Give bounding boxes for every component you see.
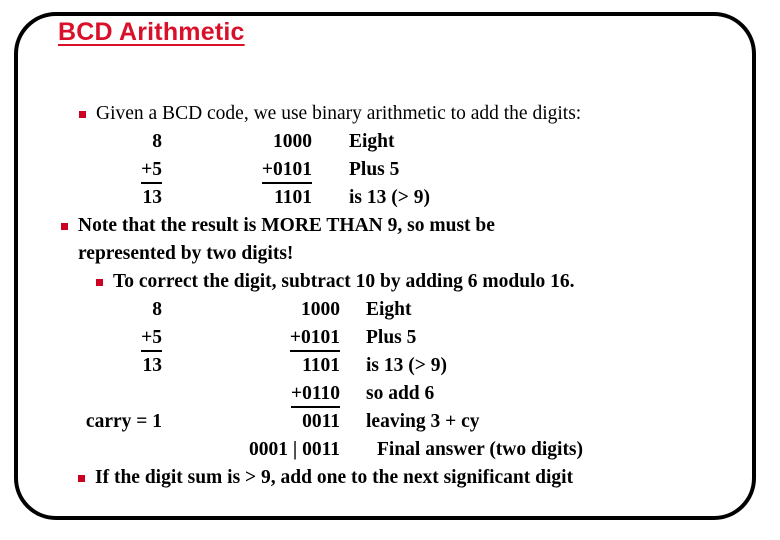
square-bullet-icon [61, 223, 68, 230]
binary-value: +0101 [261, 159, 312, 184]
bullet-text: Given a BCD code, we use binary arithmet… [96, 103, 582, 124]
bullet-text: Note that the result is MORE THAN 9, so … [78, 215, 495, 236]
table-row: +5 +0101 Plus 5 [0, 324, 780, 352]
bullet-text: To correct the digit, subtract 10 by add… [113, 271, 575, 292]
bullet-item-note-result-continuation: represented by two digits! [0, 240, 780, 268]
note-cell: is 13 (> 9) [349, 187, 430, 208]
square-bullet-icon [79, 111, 86, 118]
note-cell: is 13 (> 9) [366, 355, 447, 376]
binary-cell: 1101 [302, 355, 340, 376]
bullet-item-digit-sum-rule: If the digit sum is > 9, add one to the … [0, 464, 780, 492]
table-row: 8 1000 Eight [0, 296, 780, 324]
bullet-item-given-bcd-code: Given a BCD code, we use binary arithmet… [0, 100, 780, 128]
square-bullet-icon [96, 279, 103, 286]
binary-cell: 0011 [302, 411, 340, 432]
binary-value: +0110 [290, 383, 340, 408]
page-title: BCD Arithmetic [58, 18, 245, 46]
table-row: +0110 so add 6 [0, 380, 780, 408]
note-cell: Plus 5 [366, 327, 417, 348]
table-row: carry = 1 0011 leaving 3 + cy [0, 408, 780, 436]
binary-cell: 1000 [301, 299, 340, 320]
decimal-cell: +5 [66, 156, 162, 184]
note-cell: Plus 5 [349, 159, 400, 180]
decimal-value: +5 [141, 327, 162, 352]
decimal-cell: carry = 1 [85, 411, 162, 432]
binary-cell: +0110 [166, 380, 340, 408]
bullet-item-correct-digit: To correct the digit, subtract 10 by add… [0, 268, 780, 296]
table-row: +5 +0101 Plus 5 [0, 156, 780, 184]
decimal-value: +5 [141, 159, 162, 184]
note-cell: Final answer (two digits) [377, 439, 584, 460]
bullet-text: If the digit sum is > 9, add one to the … [95, 467, 574, 488]
table-row: 13 1101 is 13 (> 9) [0, 352, 780, 380]
binary-cell: +0101 [166, 156, 312, 184]
binary-cell: 0001 | 0011 [249, 439, 340, 460]
table-row: 13 1101 is 13 (> 9) [0, 184, 780, 212]
decimal-cell: 8 [152, 131, 162, 152]
slide-body: Given a BCD code, we use binary arithmet… [0, 100, 780, 492]
note-cell: Eight [349, 131, 395, 152]
binary-value: +0101 [289, 327, 340, 352]
decimal-cell: 13 [142, 187, 163, 208]
note-cell: Eight [366, 299, 412, 320]
bullet-text-continuation: represented by two digits! [78, 243, 294, 264]
bullet-item-note-result: Note that the result is MORE THAN 9, so … [0, 212, 780, 240]
note-cell: leaving 3 + cy [366, 411, 480, 432]
decimal-cell: +5 [66, 324, 162, 352]
square-bullet-icon [78, 475, 85, 482]
decimal-cell: 8 [152, 299, 162, 320]
note-cell: so add 6 [366, 383, 435, 404]
binary-cell: 1000 [273, 131, 312, 152]
slide: BCD Arithmetic Given a BCD code, we use … [0, 0, 780, 540]
binary-cell: 1101 [274, 187, 312, 208]
table-row: 0001 | 0011 Final answer (two digits) [0, 436, 780, 464]
decimal-cell: 13 [142, 355, 163, 376]
binary-cell: +0101 [166, 324, 340, 352]
table-row: 8 1000 Eight [0, 128, 780, 156]
